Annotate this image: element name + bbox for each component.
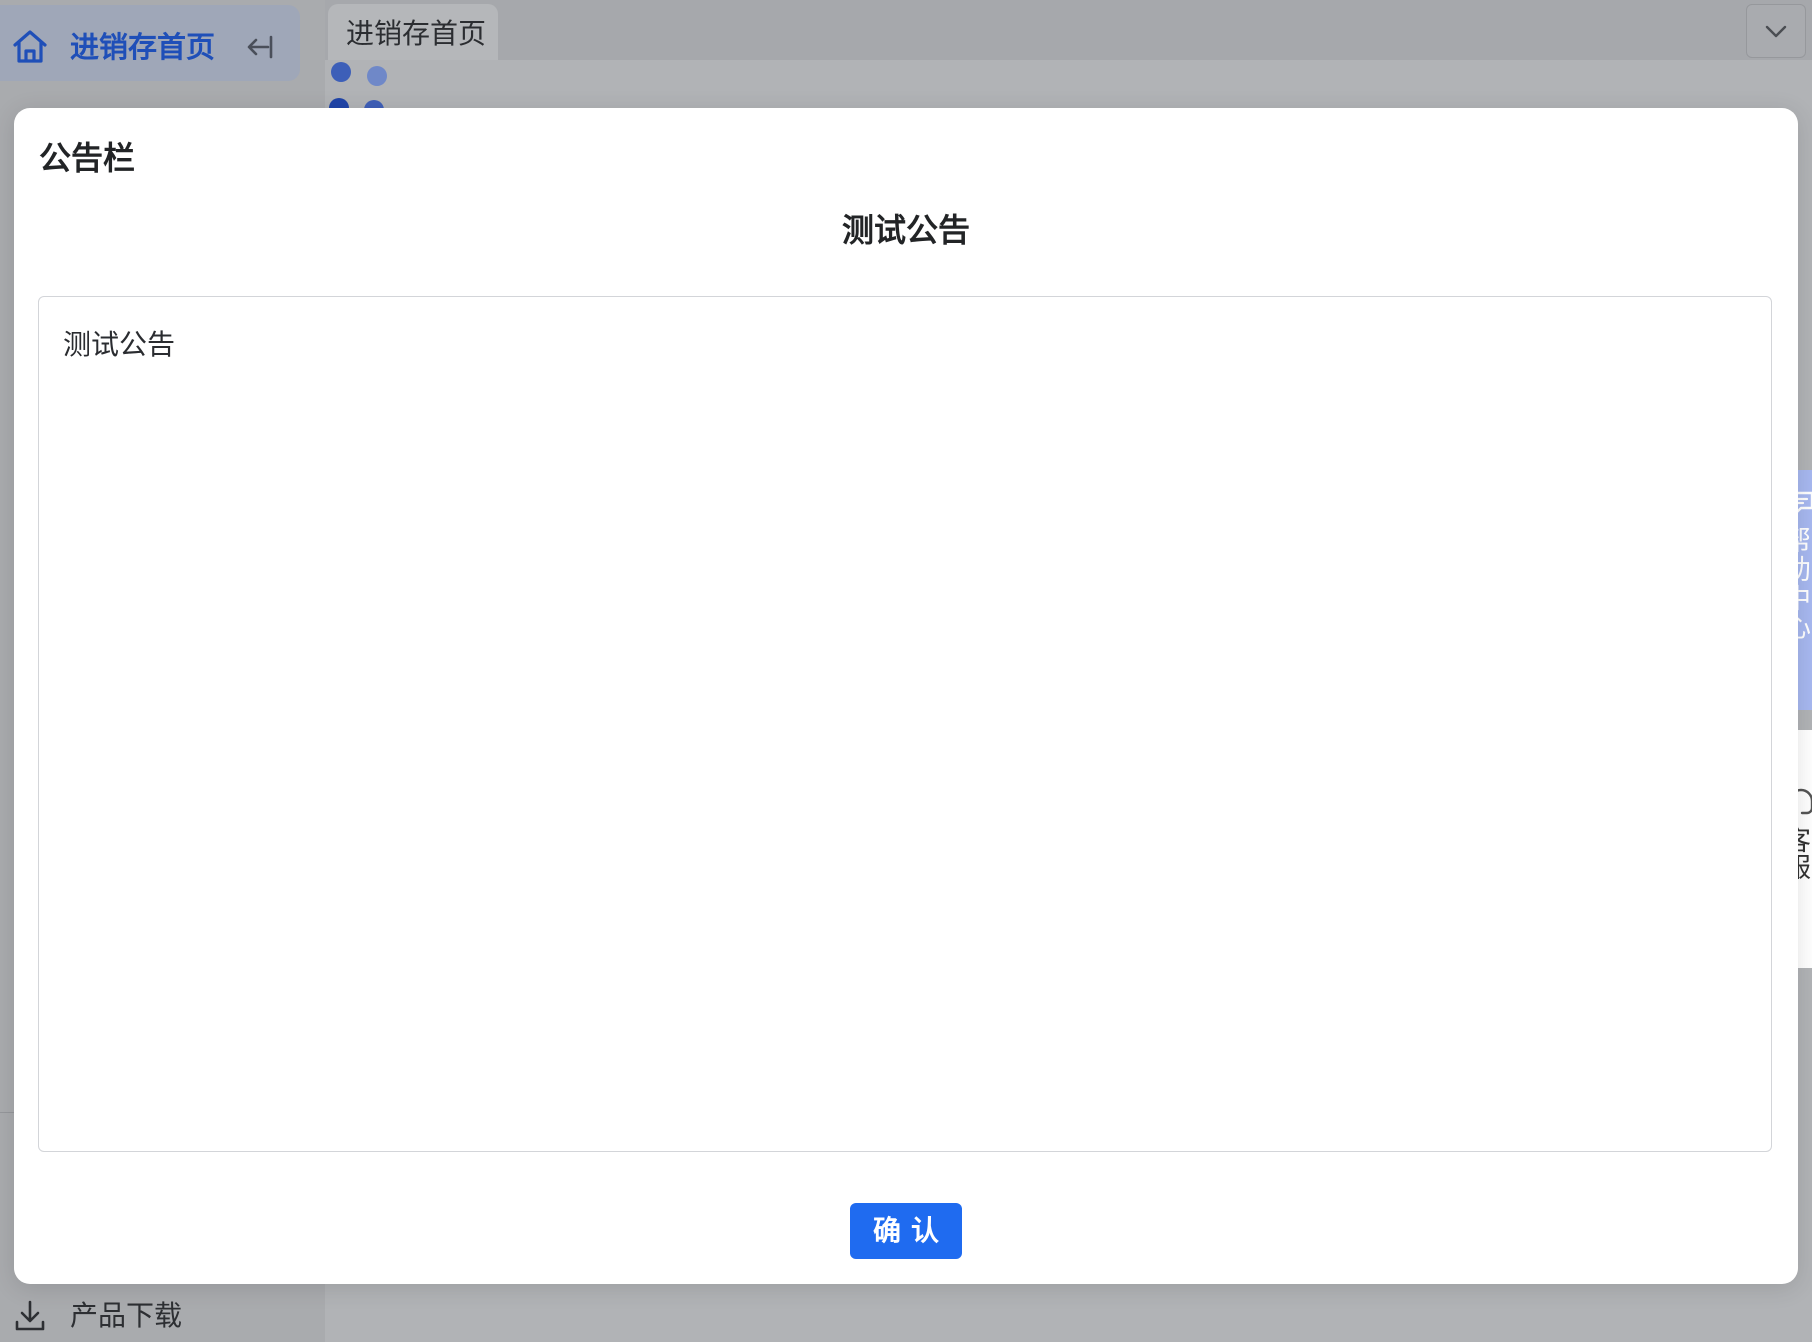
loading-dot [331, 62, 351, 82]
notice-title: 测试公告 [841, 211, 970, 249]
notice-content-box[interactable]: 测试公告 [38, 296, 1772, 1152]
sidebar-item-download[interactable]: 产品下载 [0, 1290, 325, 1340]
notice-content-text: 测试公告 [63, 328, 176, 361]
loading-dot [367, 66, 387, 86]
confirm-button[interactable]: 确认 [850, 1203, 962, 1259]
tab-dropdown-button[interactable] [1746, 4, 1806, 58]
dialog-title: 公告栏 [39, 139, 136, 177]
collapse-left-icon[interactable] [244, 31, 276, 63]
sidebar-item-label: 产品下载 [70, 1299, 183, 1332]
loading-spinner [329, 60, 390, 120]
tab-label: 进销存首页 [346, 17, 487, 50]
chevron-down-icon [1765, 25, 1787, 38]
sidebar-item-home[interactable]: 进销存首页 [0, 5, 300, 81]
download-icon [12, 1298, 48, 1334]
sidebar-item-label: 进销存首页 [70, 30, 216, 64]
tab-bar: 进销存首页 [325, 0, 1812, 62]
tab-home[interactable]: 进销存首页 [328, 4, 498, 62]
home-icon [10, 27, 50, 67]
announcement-dialog: 公告栏 测试公告 测试公告 确认 [14, 108, 1798, 1284]
